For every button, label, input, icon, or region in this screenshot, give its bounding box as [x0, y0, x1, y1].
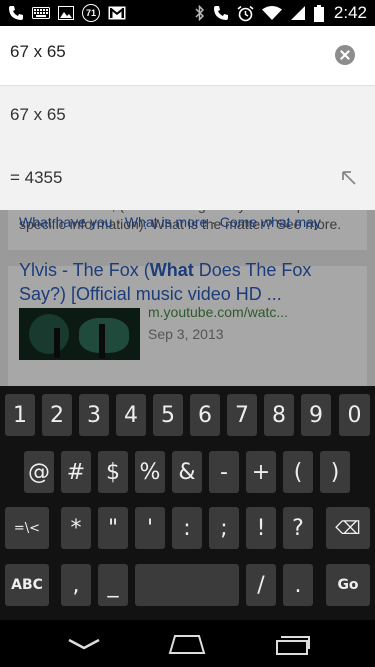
clock: 2:42 [333, 3, 367, 22]
key-period[interactable]: . [283, 564, 313, 606]
key-8[interactable]: 8 [264, 394, 294, 436]
key-percent[interactable]: % [135, 451, 165, 493]
key-9[interactable]: 9 [301, 394, 331, 436]
navigation-bar [0, 620, 375, 667]
key-double-quote[interactable]: " [98, 507, 128, 549]
notification-count-icon: 71 [82, 4, 100, 22]
suggestion-list: 67 x 65 = 4355 [0, 86, 375, 210]
key-close-paren[interactable]: ) [320, 451, 350, 493]
key-1[interactable]: 1 [5, 394, 35, 436]
key-question[interactable]: ? [283, 507, 313, 549]
key-0[interactable]: 0 [339, 394, 370, 436]
key-2[interactable]: 2 [42, 394, 72, 436]
alarm-icon [237, 3, 254, 23]
refine-arrow-icon[interactable] [341, 170, 357, 186]
search-bar [0, 26, 375, 86]
home-icon[interactable] [167, 628, 207, 660]
suggestion-item[interactable]: 67 x 65 [10, 105, 66, 125]
video-date: Sep 3, 2013 [148, 326, 224, 342]
related-link[interactable]: What have you [19, 214, 112, 230]
more-symbols-key[interactable]: =\< [5, 507, 49, 549]
key-single-quote[interactable]: ' [135, 507, 165, 549]
key-dollar[interactable]: $ [98, 451, 128, 493]
key-plus[interactable]: + [246, 451, 276, 493]
video-url: m.youtube.com/watc... [148, 304, 289, 320]
search-input[interactable] [10, 42, 310, 62]
related-link[interactable]: Come what may [220, 214, 321, 230]
key-asterisk[interactable]: * [61, 507, 91, 549]
key-underscore[interactable]: _ [98, 564, 128, 606]
key-ampersand[interactable]: & [172, 451, 202, 493]
key-minus[interactable]: - [209, 451, 239, 493]
recents-icon[interactable] [273, 628, 313, 660]
space-bar[interactable] [135, 564, 239, 606]
go-key[interactable]: Go [326, 564, 370, 606]
wifi-icon [261, 3, 282, 23]
key-5[interactable]: 5 [153, 394, 183, 436]
video-result-title[interactable]: Ylvis - The Fox (What Does The Fox Say?)… [19, 258, 339, 306]
key-exclamation[interactable]: ! [246, 507, 276, 549]
backspace-icon[interactable]: ⌫ [326, 507, 370, 549]
key-colon[interactable]: : [172, 507, 202, 549]
key-semicolon[interactable]: ; [209, 507, 239, 549]
key-open-paren[interactable]: ( [283, 451, 313, 493]
key-4[interactable]: 4 [116, 394, 146, 436]
key-7[interactable]: 7 [227, 394, 257, 436]
key-at[interactable]: @ [24, 451, 54, 493]
bluetooth-icon [195, 3, 205, 23]
clear-icon[interactable] [335, 45, 355, 65]
key-6[interactable]: 6 [190, 394, 220, 436]
key-slash[interactable]: / [246, 564, 276, 606]
key-3[interactable]: 3 [79, 394, 109, 436]
battery-icon [313, 3, 324, 23]
back-icon[interactable] [64, 628, 104, 660]
related-links: What have you · What is more · Come what… [19, 214, 321, 230]
phone-icon [8, 3, 24, 23]
gmail-icon [108, 3, 126, 23]
suggestion-item-result[interactable]: = 4355 [10, 168, 62, 188]
keyboard-icon [32, 3, 50, 23]
signal-icon [290, 3, 306, 23]
video-thumbnail[interactable] [19, 308, 140, 360]
image-icon [58, 3, 74, 23]
key-comma[interactable]: , [61, 564, 91, 606]
keyboard: 1 2 3 4 5 6 7 8 9 0 @ # $ % & - + ( ) =\… [0, 386, 375, 620]
phone-icon [213, 3, 229, 23]
key-hash[interactable]: # [61, 451, 91, 493]
status-bar: 71 2:42 [0, 0, 375, 26]
related-link[interactable]: What is more [125, 214, 207, 230]
abc-key[interactable]: ABC [5, 564, 49, 606]
